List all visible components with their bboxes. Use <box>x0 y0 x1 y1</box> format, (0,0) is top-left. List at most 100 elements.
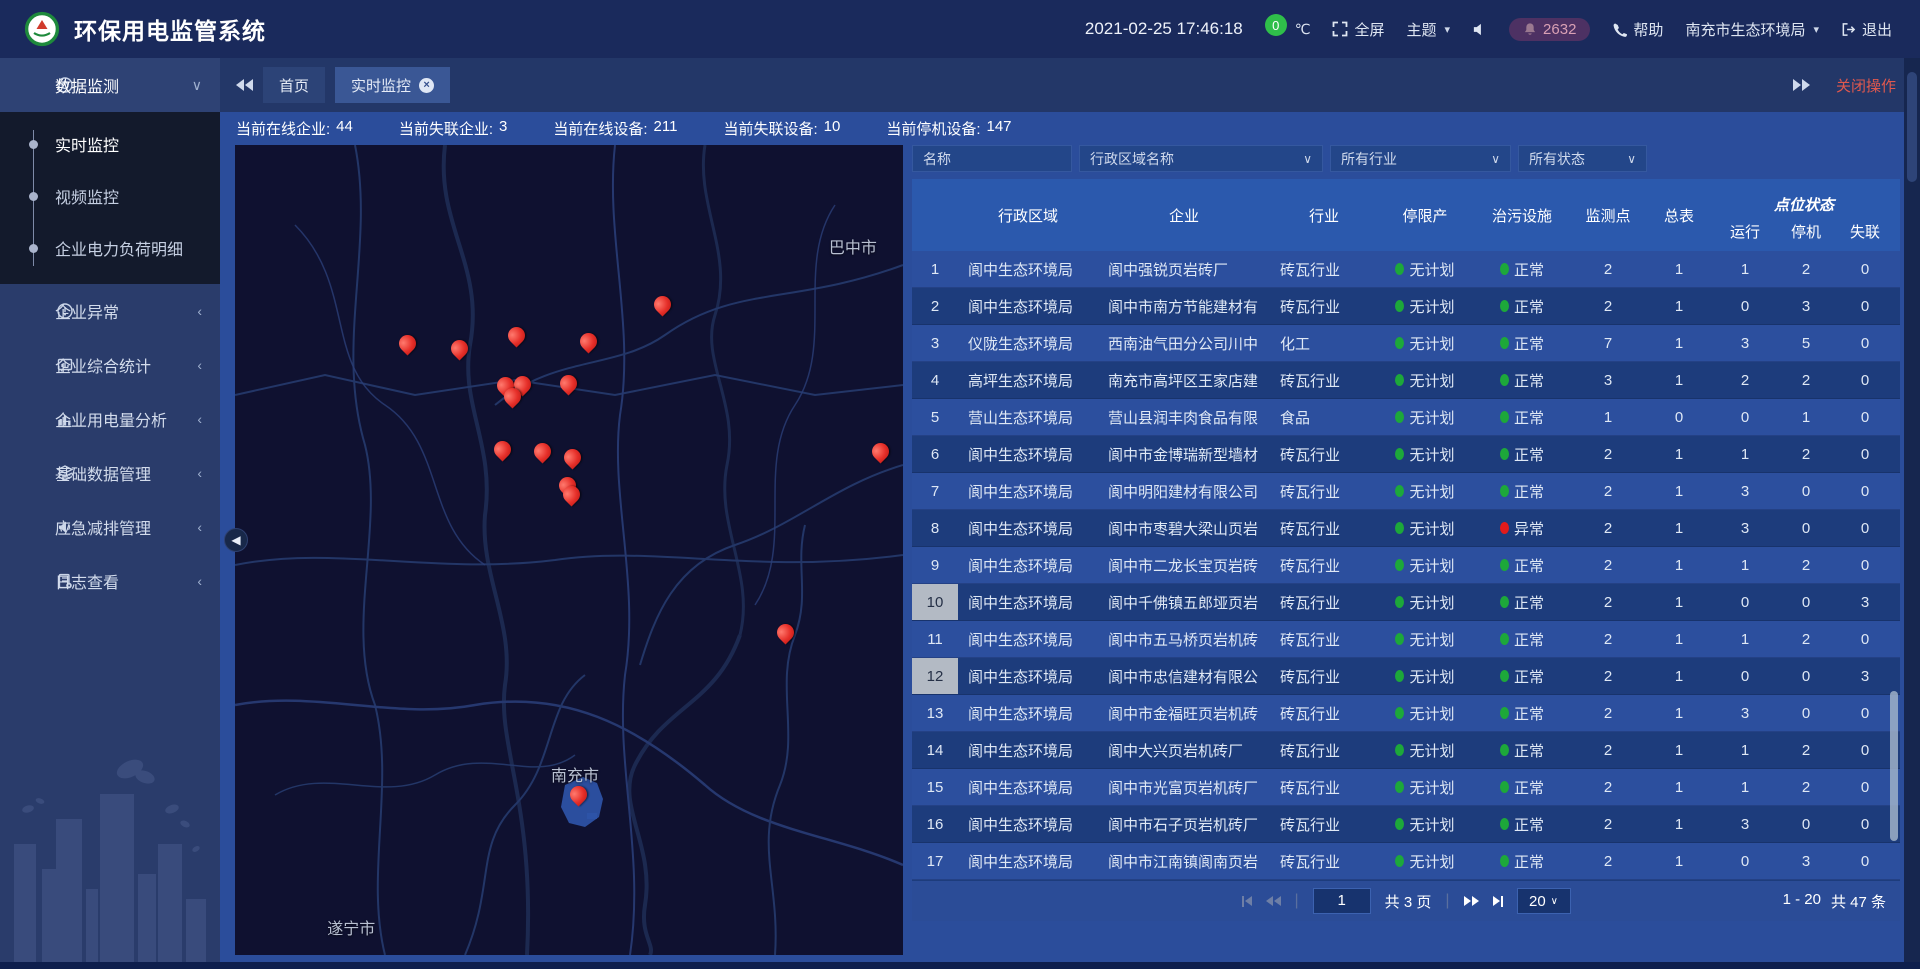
cell-points: 2 <box>1572 483 1644 500</box>
status-select[interactable]: 所有状态 ∨ <box>1518 145 1647 172</box>
sidebar-item-emergency[interactable]: 应急减排管理‹ <box>0 500 220 554</box>
table-row[interactable]: 6阆中生态环境局阆中市金博瑞新型墙材砖瓦行业无计划正常21120 <box>912 436 1900 473</box>
sidebar-item-company-abnormal[interactable]: 企业异常‹ <box>0 284 220 338</box>
tab-0[interactable]: 首页 <box>263 67 325 103</box>
cell-industry: 砖瓦行业 <box>1270 629 1378 650</box>
cell-lost: 0 <box>1836 520 1894 537</box>
table-row[interactable]: 9阆中生态环境局阆中市二龙长宝页岩砖砖瓦行业无计划正常21120 <box>912 547 1900 584</box>
last-page-button[interactable] <box>1493 896 1503 907</box>
prev-page-button[interactable] <box>1266 896 1281 906</box>
cell-run: 1 <box>1714 631 1776 648</box>
map-collapse-toggle[interactable]: ◀ <box>224 528 248 552</box>
cell-meter: 1 <box>1644 520 1714 537</box>
stat-item: 当前在线企业:44 <box>236 118 353 139</box>
notification-badge[interactable]: 2632 <box>1509 18 1590 41</box>
row-index: 6 <box>912 436 958 472</box>
tab-active1[interactable]: 实时监控× <box>335 67 450 103</box>
table-row[interactable]: 16阆中生态环境局阆中市石子页岩机砖厂砖瓦行业无计划正常21300 <box>912 806 1900 843</box>
sidebar-subitem-1[interactable]: 视频监控 <box>0 170 220 222</box>
cell-treatment-status: 正常 <box>1472 333 1572 354</box>
cell-production-status: 无计划 <box>1378 814 1472 835</box>
cell-lost: 0 <box>1836 409 1894 426</box>
cell-region: 阆中生态环境局 <box>958 296 1098 317</box>
cell-industry: 砖瓦行业 <box>1270 259 1378 280</box>
cell-region: 阆中生态环境局 <box>958 555 1098 576</box>
bell-icon <box>1523 22 1537 36</box>
table-row[interactable]: 17阆中生态环境局阆中市江南镇阆南页岩砖瓦行业无计划正常21030 <box>912 843 1900 880</box>
sidebar-item-company-stats[interactable]: 企业综合统计 ‹ <box>0 338 220 392</box>
table-row[interactable]: 7阆中生态环境局阆中明阳建材有限公司砖瓦行业无计划正常21300 <box>912 473 1900 510</box>
pagination-bar: | 1 共 3 页 | 20 ∨ 1 - 20 共 47 条 <box>912 881 1900 921</box>
cell-region: 阆中生态环境局 <box>958 592 1098 613</box>
map-panel[interactable]: 巴中市南充市遂宁市 ◀ <box>235 145 903 955</box>
cell-points: 2 <box>1572 261 1644 278</box>
sidebar-item-power-analysis[interactable]: 企业用电量分析‹ <box>0 392 220 446</box>
cell-points: 2 <box>1572 668 1644 685</box>
table-row[interactable]: 3仪陇生态环境局西南油气田分公司川中化工无计划正常71350 <box>912 325 1900 362</box>
logout-button[interactable]: 退出 <box>1841 19 1892 40</box>
tabs-scroll-right-button[interactable] <box>1793 79 1810 91</box>
page-scrollbar-thumb[interactable] <box>1907 72 1917 182</box>
cell-treatment-status: 正常 <box>1472 629 1572 650</box>
status-dot-icon <box>1500 300 1509 312</box>
industry-select[interactable]: 所有行业 ∨ <box>1330 145 1511 172</box>
enterprise-table: 行政区域 企业 行业 停限产 治污设施 监测点 总表 点位状态 运行 停机 失联… <box>912 179 1900 921</box>
chevron-left-icon: ‹ <box>197 357 202 373</box>
table-row[interactable]: 12阆中生态环境局阆中市忠信建材有限公砖瓦行业无计划正常21003 <box>912 658 1900 695</box>
sidebar-item-logs[interactable]: 日志查看‹ <box>0 554 220 608</box>
table-row[interactable]: 8阆中生态环境局阆中市枣碧大梁山页岩砖瓦行业无计划异常21300 <box>912 510 1900 547</box>
table-scrollbar-thumb[interactable] <box>1890 691 1898 841</box>
cell-industry: 砖瓦行业 <box>1270 703 1378 724</box>
chevron-left-icon: ‹ <box>197 465 202 481</box>
cell-treatment-status: 正常 <box>1472 259 1572 280</box>
region-select[interactable]: 行政区域名称 ∨ <box>1079 145 1323 172</box>
cell-points: 2 <box>1572 298 1644 315</box>
cell-points: 3 <box>1572 372 1644 389</box>
row-index: 15 <box>912 769 958 805</box>
sidebar-subitem-0[interactable]: 实时监控 <box>0 118 220 170</box>
stat-item: 当前停机设备:147 <box>886 118 1011 139</box>
status-dot-icon <box>1500 411 1509 423</box>
cell-production-status: 无计划 <box>1378 481 1472 502</box>
page-scrollbar[interactable] <box>1904 58 1920 969</box>
table-row[interactable]: 10阆中生态环境局阆中千佛镇五郎垭页岩砖瓦行业无计划正常21003 <box>912 584 1900 621</box>
cell-lost: 3 <box>1836 668 1894 685</box>
close-operations-button[interactable]: 关闭操作 <box>1836 75 1896 96</box>
sidebar-item-data-monitor[interactable]: 数据监测∨ <box>0 58 220 112</box>
cell-industry: 砖瓦行业 <box>1270 370 1378 391</box>
sidebar-item-label: 企业综合统计 <box>55 353 151 377</box>
next-page-button[interactable] <box>1464 896 1479 906</box>
fullscreen-button[interactable]: 全屏 <box>1332 19 1384 40</box>
filter-bar: 行政区域名称 ∨ 所有行业 ∨ 所有状态 ∨ <box>912 145 1904 172</box>
row-index: 11 <box>912 621 958 657</box>
table-row[interactable]: 5营山生态环境局营山县润丰肉食品有限食品无计划正常10010 <box>912 399 1900 436</box>
cell-points: 2 <box>1572 779 1644 796</box>
sidebar-subitem-2[interactable]: 企业电力负荷明细 <box>0 222 220 274</box>
help-button[interactable]: 帮助 <box>1612 19 1663 40</box>
cell-lost: 0 <box>1836 483 1894 500</box>
page-number-input[interactable]: 1 <box>1313 888 1371 914</box>
org-dropdown[interactable]: 南充市生态环境局 ▾ <box>1685 19 1819 40</box>
tab-close-icon[interactable]: × <box>419 78 434 93</box>
table-row[interactable]: 13阆中生态环境局阆中市金福旺页岩机砖砖瓦行业无计划正常21300 <box>912 695 1900 732</box>
table-row[interactable]: 14阆中生态环境局阆中大兴页岩机砖厂砖瓦行业无计划正常21120 <box>912 732 1900 769</box>
table-row[interactable]: 2阆中生态环境局阆中市南方节能建材有砖瓦行业无计划正常21030 <box>912 288 1900 325</box>
table-row[interactable]: 1阆中生态环境局阆中强锐页岩砖厂砖瓦行业无计划正常21120 <box>912 251 1900 288</box>
page-size-select[interactable]: 20 ∨ <box>1517 888 1571 914</box>
table-row[interactable]: 15阆中生态环境局阆中市光富页岩机砖厂砖瓦行业无计划正常21120 <box>912 769 1900 806</box>
cell-treatment-status: 正常 <box>1472 814 1572 835</box>
status-dot-icon <box>1395 559 1404 571</box>
tabs-scroll-left-button[interactable] <box>236 79 253 91</box>
status-dot-icon <box>1500 596 1509 608</box>
double-left-icon <box>236 79 253 91</box>
first-page-button[interactable] <box>1242 896 1252 907</box>
sidebar-item-base-data[interactable]: 基础数据管理‹ <box>0 446 220 500</box>
mute-button[interactable] <box>1472 22 1487 37</box>
table-row[interactable]: 11阆中生态环境局阆中市五马桥页岩机砖砖瓦行业无计划正常21120 <box>912 621 1900 658</box>
theme-dropdown[interactable]: 主题 ▾ <box>1407 19 1451 40</box>
table-row[interactable]: 4高坪生态环境局南充市高坪区王家店建砖瓦行业无计划正常31220 <box>912 362 1900 399</box>
chevron-left-icon: ‹ <box>197 573 202 589</box>
cell-company: 南充市高坪区王家店建 <box>1098 370 1270 391</box>
name-search-input[interactable] <box>912 145 1072 172</box>
sidebar-submenu: 实时监控视频监控企业电力负荷明细 <box>0 112 220 284</box>
